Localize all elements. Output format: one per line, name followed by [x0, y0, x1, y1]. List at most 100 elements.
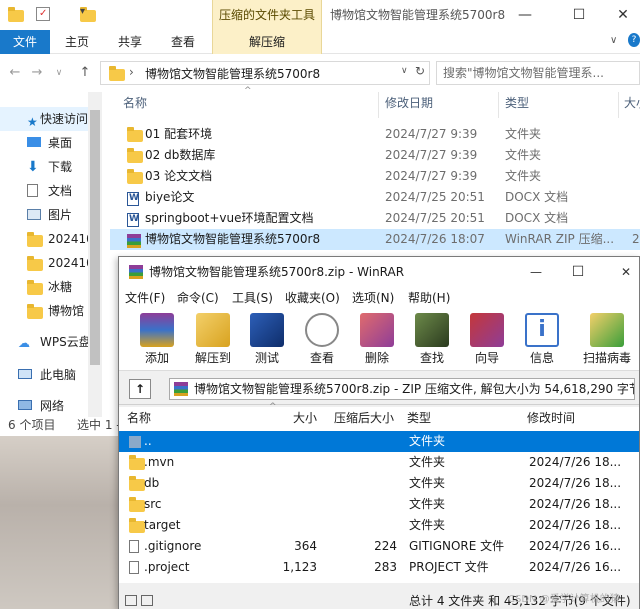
nav-item-folder-2[interactable]: 202410: [0, 251, 100, 275]
folder-icon: [27, 256, 43, 271]
column-header-name[interactable]: 名称: [123, 92, 147, 114]
rar-row[interactable]: .gitignore 364 224 GITIGNORE 文件 2024/7/26 16…: [119, 536, 639, 557]
winrar-window: 博物馆文物智能管理系统5700r8.zip - WinRAR — ☐ ✕ 文件(…: [118, 256, 640, 609]
forward-arrow-icon[interactable]: →: [28, 64, 46, 82]
help-icon[interactable]: ?: [628, 33, 640, 47]
menu-help[interactable]: 帮助(H): [408, 287, 450, 309]
winrar-close-button[interactable]: ✕: [613, 257, 639, 287]
rar-icon: [127, 234, 141, 248]
winrar-minimize-button[interactable]: —: [521, 257, 551, 287]
breadcrumb-chevron-icon: ›: [129, 65, 134, 79]
maximize-button[interactable]: ☐: [556, 0, 602, 30]
folder-icon: [129, 497, 145, 512]
quick-access-toolbar-dropdown-icon[interactable]: ▾: [80, 6, 85, 17]
tab-home[interactable]: 主页: [65, 30, 89, 54]
file-row[interactable]: springboot+vue环境配置文档2024/7/25 20:51DOCX …: [110, 208, 640, 229]
nav-item-quick-access[interactable]: ★ 快速访问: [0, 107, 100, 131]
column-divider: [618, 92, 619, 118]
chevron-down-icon[interactable]: ∨: [610, 35, 617, 46]
nav-item-this-pc[interactable]: 此电脑: [0, 363, 100, 387]
winrar-app-icon: [129, 265, 143, 279]
desktop-background: [0, 436, 120, 609]
rar-column-name[interactable]: 名称: [127, 407, 151, 429]
file-row[interactable]: biye论文2024/7/25 20:51DOCX 文档: [110, 187, 640, 208]
status-bar: 6 个项目 选中 1 -: [0, 414, 121, 436]
tool-test-button[interactable]: 测试: [241, 313, 293, 369]
address-bar[interactable]: › 博物馆文物智能管理系统5700r8 ∨ ↻: [100, 61, 430, 85]
folder-icon: [129, 476, 145, 491]
column-header-type[interactable]: 类型: [505, 92, 529, 114]
file-row[interactable]: 02 db数据库 2024/7/27 9:39 文件夹: [110, 145, 640, 166]
tab-extract[interactable]: 解压缩: [212, 30, 322, 54]
tool-virus-scan-button[interactable]: 扫描病毒: [575, 313, 639, 369]
up-arrow-icon[interactable]: ↑: [76, 64, 94, 82]
folder-icon: [127, 127, 143, 142]
back-arrow-icon[interactable]: ←: [6, 64, 24, 82]
nav-item-folder-4[interactable]: 博物馆: [0, 299, 100, 323]
nav-item-pictures[interactable]: 图片: [0, 203, 100, 227]
refresh-icon[interactable]: ↻: [415, 64, 425, 78]
rar-column-size[interactable]: 大小: [293, 407, 317, 429]
recent-dropdown-icon[interactable]: ∨: [50, 64, 68, 82]
tool-add-button[interactable]: 添加: [131, 313, 183, 369]
rar-column-packed[interactable]: 压缩后大小: [334, 407, 394, 429]
file-row-selected[interactable]: 博物馆文物智能管理系统5700r8 2024/7/26 18:07 WinRAR Z…: [110, 229, 640, 250]
word-icon: [127, 213, 139, 227]
tool-info-button[interactable]: i 信息: [516, 313, 568, 369]
tab-file[interactable]: 文件: [0, 30, 50, 54]
menu-options[interactable]: 选项(N): [352, 287, 394, 309]
column-header-date[interactable]: 修改日期: [385, 92, 433, 114]
properties-icon[interactable]: ✓: [36, 7, 50, 21]
archive-path-field[interactable]: 博物馆文物智能管理系统5700r8.zip - ZIP 压缩文件, 解包大小为 …: [169, 378, 635, 400]
rar-row[interactable]: .project 1,123 283 PROJECT 文件 2024/7/26 16..…: [119, 557, 639, 578]
extract-to-icon: [196, 313, 230, 347]
document-icon: [27, 184, 38, 197]
delete-icon: [360, 313, 394, 347]
search-input[interactable]: 搜索"博物馆文物智能管理系...: [436, 61, 640, 85]
rar-row-selected[interactable]: .. 文件夹: [119, 431, 639, 452]
tool-extract-to-button[interactable]: 解压到: [187, 313, 239, 369]
nav-scrollbar-thumb[interactable]: [90, 110, 100, 365]
winrar-menu-bar: 文件(F) 命令(C) 工具(S) 收藏夹(O) 选项(N) 帮助(H): [119, 287, 639, 309]
rar-row[interactable]: db 文件夹 2024/7/26 18...: [119, 473, 639, 494]
rar-row[interactable]: target 文件夹 2024/7/26 18...: [119, 515, 639, 536]
column-header-size[interactable]: 大小: [624, 92, 640, 114]
file-row[interactable]: 03 论文文档 2024/7/27 9:39 文件夹: [110, 166, 640, 187]
rar-row[interactable]: src 文件夹 2024/7/26 18...: [119, 494, 639, 515]
rar-column-modified[interactable]: 修改时间: [527, 407, 575, 429]
file-row[interactable]: 01 配套环境 2024/7/27 9:39 文件夹: [110, 124, 640, 145]
nav-item-documents[interactable]: 文档: [0, 179, 100, 203]
menu-commands[interactable]: 命令(C): [177, 287, 219, 309]
tab-share[interactable]: 共享: [118, 30, 142, 54]
address-dropdown-icon[interactable]: ∨: [401, 66, 408, 76]
status-item-count: 6 个项目: [8, 418, 56, 432]
nav-item-folder-3[interactable]: 冰糖: [0, 275, 100, 299]
menu-favorites[interactable]: 收藏夹(O): [285, 287, 340, 309]
tool-find-button[interactable]: 查找: [406, 313, 458, 369]
nav-item-downloads[interactable]: ⬇ 下载: [0, 155, 100, 179]
close-button[interactable]: ✕: [606, 0, 640, 30]
file-icon: [129, 561, 139, 574]
up-one-level-button[interactable]: ↑: [129, 379, 151, 399]
download-icon: ⬇: [27, 159, 39, 175]
menu-tools[interactable]: 工具(S): [232, 287, 273, 309]
nav-item-desktop[interactable]: 桌面: [0, 131, 100, 155]
folder-icon: [129, 518, 145, 533]
nav-item-wps-cloud[interactable]: ☁ WPS云盘: [0, 330, 100, 354]
folder-icon[interactable]: [8, 7, 24, 22]
minimize-button[interactable]: —: [502, 0, 548, 30]
drive-icon: [125, 595, 137, 606]
rar-icon: [174, 382, 188, 396]
nav-item-folder-1[interactable]: 202410: [0, 227, 100, 251]
rar-row[interactable]: .mvn 文件夹 2024/7/26 18...: [119, 452, 639, 473]
breadcrumb[interactable]: 博物馆文物智能管理系统5700r8: [145, 65, 320, 82]
winrar-file-list: 名称 ^ 大小 压缩后大小 类型 修改时间 .. 文件夹 .mvn 文件夹 2024/…: [119, 402, 639, 583]
winrar-maximize-button[interactable]: ☐: [563, 257, 593, 287]
menu-file[interactable]: 文件(F): [125, 287, 165, 309]
tab-view[interactable]: 查看: [171, 30, 195, 54]
cloud-icon: ☁: [18, 336, 30, 350]
tool-delete-button[interactable]: 删除: [351, 313, 403, 369]
tool-wizard-button[interactable]: 向导: [461, 313, 513, 369]
rar-column-type[interactable]: 类型: [407, 407, 431, 429]
tool-view-button[interactable]: 查看: [296, 313, 348, 369]
